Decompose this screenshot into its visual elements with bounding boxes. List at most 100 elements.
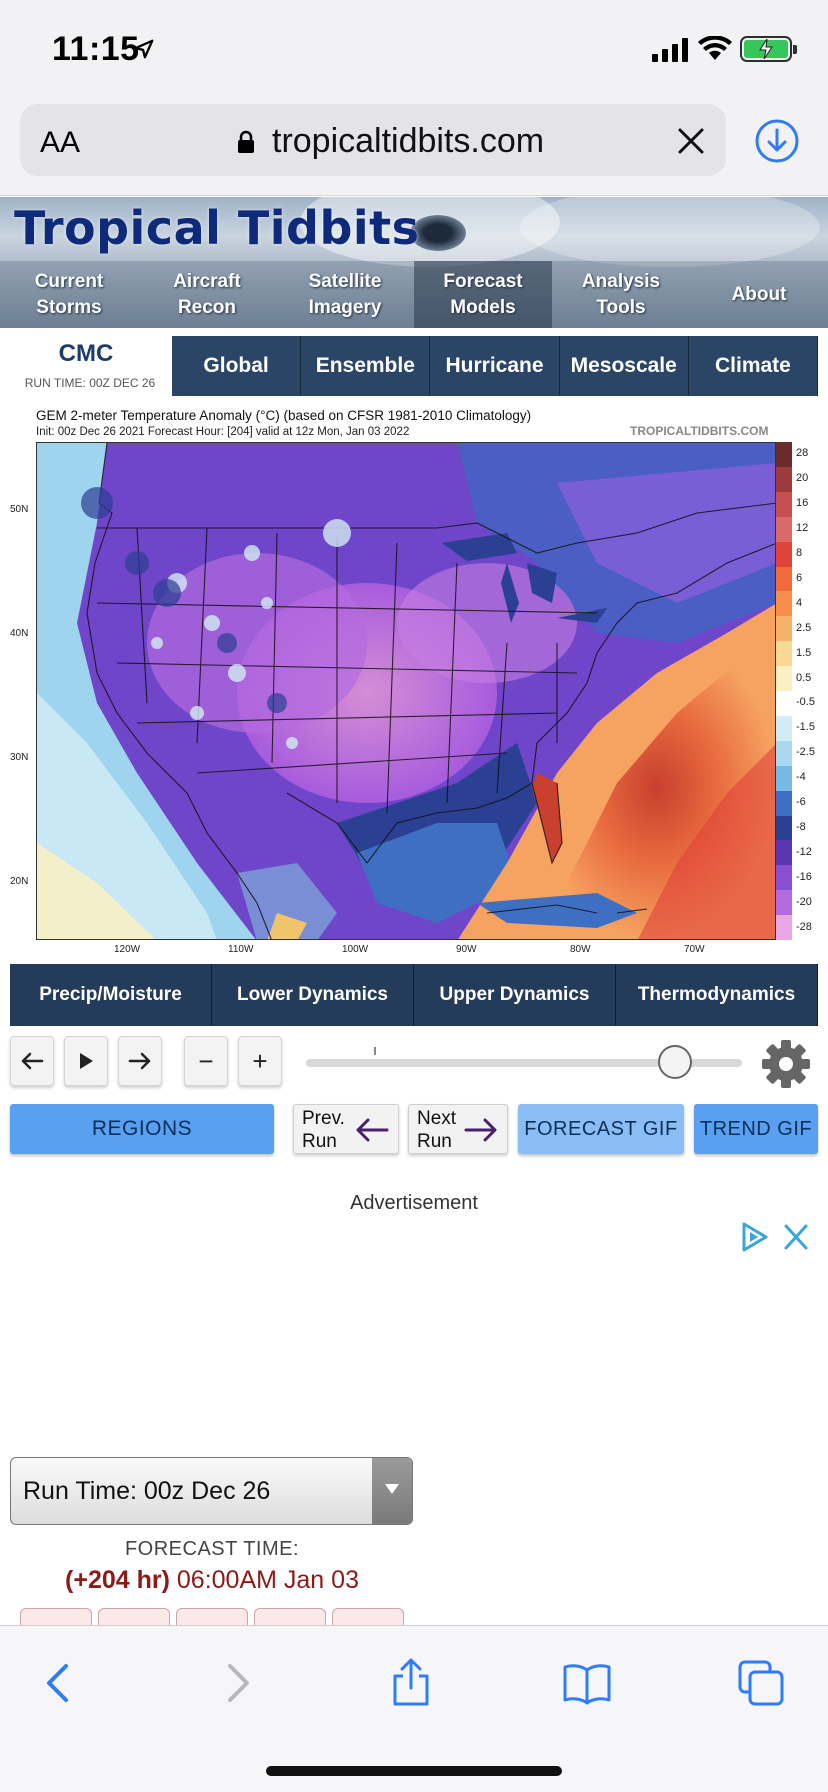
run-time-select[interactable]: Run Time: 00z Dec 26: [10, 1457, 413, 1525]
nav-aircraft-recon[interactable]: Aircraft Recon: [138, 261, 276, 328]
tab-lower-dynamics[interactable]: Lower Dynamics: [212, 964, 414, 1026]
next-frame-button[interactable]: [118, 1036, 162, 1086]
lon-label: 90W: [456, 944, 477, 955]
colorbar-label: -0.5: [796, 696, 815, 709]
play-button[interactable]: [64, 1036, 108, 1086]
tab-precip-moisture[interactable]: Precip/Moisture: [10, 964, 212, 1026]
back-icon[interactable]: [34, 1658, 84, 1708]
tab-upper-dynamics[interactable]: Upper Dynamics: [414, 964, 616, 1026]
clear-url-icon[interactable]: [676, 126, 706, 156]
map-colorbar: [776, 442, 792, 941]
colorbar-swatch: [776, 541, 792, 567]
colorbar-label: 6: [796, 571, 803, 584]
site-logo[interactable]: Tropical Tidbits: [14, 201, 420, 255]
colorbar-label: 1.5: [796, 646, 812, 659]
colorbar-swatch: [776, 666, 792, 692]
bookmarks-icon[interactable]: [562, 1658, 612, 1708]
colorbar-swatch: [776, 591, 792, 617]
nav-about[interactable]: About: [690, 261, 828, 328]
forecast-gif-button[interactable]: FORECAST GIF: [518, 1104, 684, 1154]
ad-choices-close[interactable]: [738, 1220, 814, 1254]
play-icon: [80, 1053, 93, 1069]
home-indicator: [266, 1766, 562, 1776]
tab-ensemble[interactable]: Ensemble: [301, 336, 431, 396]
nav-label: Recon: [177, 296, 237, 318]
colorbar-swatch: [776, 840, 792, 866]
map-subtitle: Init: 00z Dec 26 2021 Forecast Hour: [20…: [36, 426, 410, 438]
colorbar-swatch: [776, 865, 792, 891]
colorbar-label: -4: [796, 771, 806, 784]
trend-gif-button[interactable]: TREND GIF: [694, 1104, 818, 1154]
prev-frame-button[interactable]: [10, 1036, 54, 1086]
prev-run-button[interactable]: Prev. Run: [293, 1104, 399, 1154]
colorbar-label: -1.5: [796, 721, 815, 734]
temperature-anomaly-map[interactable]: [36, 442, 776, 940]
close-ad-icon: [784, 1224, 808, 1250]
map-title: GEM 2-meter Temperature Anomaly (°C) (ba…: [36, 408, 532, 423]
prev-run-label: Prev.: [302, 1108, 345, 1129]
next-run-button[interactable]: Next Run: [408, 1104, 508, 1154]
model-run-time: RUN TIME: 00Z DEC 26: [24, 376, 156, 390]
colorbar-label: 16: [796, 497, 809, 510]
nav-label: Aircraft: [173, 270, 241, 292]
forecast-map-panel: GEM 2-meter Temperature Anomaly (°C) (ba…: [0, 402, 828, 955]
forward-icon[interactable]: [212, 1658, 262, 1708]
tab-hurricane[interactable]: Hurricane: [430, 336, 560, 396]
colorbar-label: -2.5: [796, 746, 815, 759]
map-graphic: [37, 443, 775, 939]
slider-thumb[interactable]: [658, 1045, 692, 1079]
nav-label: Models: [450, 296, 516, 318]
run-time-select-value: Run Time: 00z Dec 26: [23, 1477, 271, 1505]
slider-tick: [374, 1047, 376, 1055]
nav-analysis-tools[interactable]: Analysis Tools: [552, 261, 690, 328]
tab-climate[interactable]: Climate: [688, 336, 819, 396]
nav-label: About: [731, 283, 787, 305]
gear-icon[interactable]: [760, 1038, 812, 1090]
colorbar-swatch: [776, 566, 792, 592]
colorbar-swatch: [776, 442, 792, 468]
colorbar-label: 2.5: [796, 621, 812, 634]
colorbar-swatch: [776, 691, 792, 717]
map-watermark: TROPICALTIDBITS.COM: [630, 424, 769, 438]
next-run-label: Run: [417, 1131, 452, 1152]
nav-label: Storms: [36, 296, 102, 318]
tab-mesoscale[interactable]: Mesoscale: [559, 336, 689, 396]
lat-label: 50N: [10, 504, 29, 515]
share-icon[interactable]: [386, 1658, 436, 1708]
colorbar-swatch: [776, 740, 792, 767]
colorbar-label: 28: [796, 447, 809, 460]
variable-category-tabs: Precip/Moisture Lower Dynamics Upper Dyn…: [10, 964, 818, 1026]
nav-current-storms[interactable]: Current Storms: [0, 261, 138, 328]
chevron-down-icon: [372, 1458, 412, 1524]
colorbar-label: -20: [796, 895, 812, 908]
zoom-out-button[interactable]: −: [184, 1036, 228, 1086]
colorbar-label: 8: [796, 547, 803, 560]
forecast-time-label: FORECAST TIME:: [124, 1538, 300, 1560]
colorbar-label: -6: [796, 796, 806, 809]
site-nav: Current Storms Aircraft Recon Satellite Ima…: [0, 261, 828, 328]
model-tabs: Global Ensemble Hurricane Mesoscale Clim…: [172, 336, 819, 396]
text-size-label: AA: [40, 126, 81, 159]
tab-thermodynamics[interactable]: Thermodynamics: [616, 964, 818, 1026]
text-size-button[interactable]: AA: [40, 126, 80, 160]
colorbar-swatch: [776, 815, 792, 841]
colorbar-swatch: [776, 466, 792, 493]
download-icon[interactable]: [754, 118, 800, 164]
lock-icon: [238, 130, 254, 153]
tab-global[interactable]: Global: [172, 336, 302, 396]
model-name: CMC: [58, 340, 114, 367]
location-arrow-icon: [134, 39, 154, 59]
status-time: 11:15: [52, 30, 140, 68]
colorbar-label: -16: [796, 870, 812, 883]
status-bar: 11:15: [0, 0, 828, 100]
zoom-in-button[interactable]: +: [238, 1036, 282, 1086]
nav-forecast-models[interactable]: Forecast Models: [414, 261, 552, 328]
tabs-icon[interactable]: [736, 1658, 786, 1708]
nav-label: Tools: [596, 296, 646, 318]
colorbar-swatch: [776, 765, 792, 792]
address-bar[interactable]: AA tropicaltidbits.com: [20, 104, 726, 176]
colorbar-label: 20: [796, 472, 809, 485]
nav-satellite-imagery[interactable]: Satellite Imagery: [276, 261, 414, 328]
regions-button[interactable]: REGIONS: [10, 1104, 274, 1154]
lat-label: 30N: [10, 752, 29, 763]
